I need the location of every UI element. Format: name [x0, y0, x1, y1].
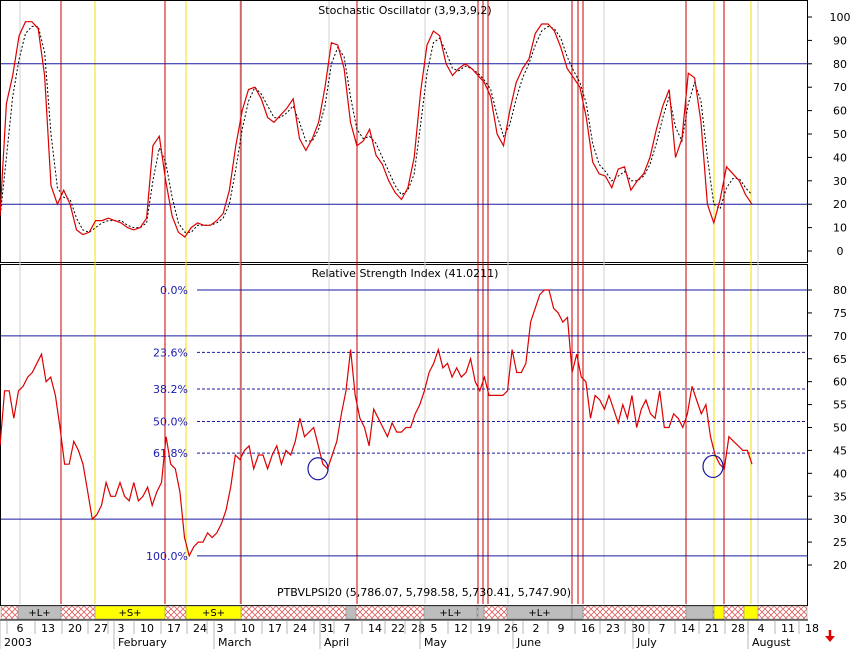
- date-tick-label: 31: [320, 622, 334, 635]
- y-tick-label: 20: [833, 559, 847, 572]
- date-tick-label: 24: [193, 622, 207, 635]
- signal-band-strip: +L+ +S+ +S+ +L+ +L+: [0, 605, 808, 620]
- date-tick-label: 10: [140, 622, 154, 635]
- fib-level-label: 38.2%: [153, 383, 188, 396]
- y-tick-label: 20: [833, 198, 847, 211]
- y-tick-label: 45: [833, 444, 847, 457]
- band-label: +L+: [439, 608, 461, 619]
- date-tick-label: 28: [411, 622, 425, 635]
- date-tick-label: 12: [454, 622, 468, 635]
- date-tick-label: 18: [805, 622, 819, 635]
- date-tick-label: 17: [268, 622, 282, 635]
- fib-level-label: 100.0%: [146, 550, 188, 563]
- date-tick-label: 10: [241, 622, 255, 635]
- date-tick-label: 2: [533, 622, 540, 635]
- month-label: August: [752, 636, 791, 649]
- band-label: +S+: [202, 608, 225, 619]
- date-tick-label: 26: [504, 622, 518, 635]
- band-segment: [685, 605, 714, 620]
- month-label: June: [516, 636, 541, 649]
- month-label: May: [424, 636, 447, 649]
- band-label: +S+: [118, 608, 141, 619]
- rsi-highlight-circle: [307, 457, 329, 481]
- fib-level-label: 61.8%: [153, 447, 188, 460]
- month-label: July: [636, 636, 657, 649]
- date-tick-label: 24: [293, 622, 307, 635]
- date-tick-label: 6: [17, 622, 24, 635]
- stochastic-k-line: [0, 21, 753, 238]
- month-label: February: [118, 636, 167, 649]
- date-tick-label: 11: [781, 622, 795, 635]
- y-tick-label: 50: [833, 422, 847, 435]
- y-tick-label: 80: [833, 58, 847, 71]
- y-tick-label: 30: [833, 513, 847, 526]
- date-tick-label: 21: [705, 622, 719, 635]
- date-tick-label: 3: [118, 622, 125, 635]
- fib-level-label: 0.0%: [160, 284, 188, 297]
- date-tick-label: 5: [431, 622, 438, 635]
- y-tick-label: 90: [833, 34, 847, 47]
- fib-level-label: 50.0%: [153, 416, 188, 429]
- date-tick-label: 19: [477, 622, 491, 635]
- y-tick-label: 70: [833, 330, 847, 343]
- band-segment: [713, 605, 725, 620]
- series-layer: [0, 21, 753, 558]
- y-tick-label: 40: [833, 151, 847, 164]
- band-segment: [743, 605, 759, 620]
- date-tick-label: 20: [68, 622, 82, 635]
- chart-canvas: 0.0%23.6%38.2%50.0%61.8%100.0% 010203040…: [0, 0, 851, 649]
- y-tick-label: 65: [833, 353, 847, 366]
- y-tick-label: 50: [833, 128, 847, 141]
- y-tick-label: 40: [833, 467, 847, 480]
- month-label: 2003: [4, 636, 32, 649]
- y-tick-label: 10: [833, 222, 847, 235]
- date-tick-label: 7: [659, 622, 666, 635]
- date-tick-label: 27: [94, 622, 108, 635]
- month-label: April: [324, 636, 349, 649]
- date-tick-label: 13: [41, 622, 55, 635]
- date-tick-label: 14: [368, 622, 382, 635]
- date-tick-label: 4: [758, 622, 765, 635]
- y-tick-label: 70: [833, 81, 847, 94]
- date-tick-label: 17: [167, 622, 181, 635]
- price-readout: PTBVLPSI20 (5,786.07, 5,798.58, 5,730.41…: [277, 586, 571, 599]
- stochastic-d-line: [0, 25, 753, 233]
- y-axis-ticks: 0 10 20 30 40 50 60 70 80 90 100 20 25 30 35 40 45 50 55 60…: [808, 11, 851, 572]
- band-segment: [571, 605, 584, 620]
- y-tick-label: 60: [833, 376, 847, 389]
- date-tick-label: 28: [731, 622, 745, 635]
- rsi-line: [0, 289, 753, 558]
- scroll-down-arrow-icon[interactable]: [822, 628, 838, 644]
- fib-level-label: 23.6%: [153, 346, 188, 359]
- y-tick-label: 60: [833, 105, 847, 118]
- date-tick-label: 14: [681, 622, 695, 635]
- y-tick-label: 30: [833, 175, 847, 188]
- band-label: +L+: [28, 608, 50, 619]
- y-tick-label: 75: [833, 307, 847, 320]
- y-tick-label: 25: [833, 536, 847, 549]
- date-tick-label: 22: [391, 622, 405, 635]
- chart-window: 0.0% 23.6% 38.2% 50.0% 61.8% 100.0% 0 10 20 30 40…: [0, 0, 857, 649]
- date-tick-label: 9: [558, 622, 565, 635]
- band-segment: [477, 605, 485, 620]
- date-tick-label: 7: [344, 622, 351, 635]
- rsi-title: Relative Strength Index (41.0211): [312, 267, 499, 280]
- y-tick-label: 0: [837, 245, 844, 258]
- rsi-highlight-circle: [702, 454, 724, 479]
- date-tick-label: 23: [606, 622, 620, 635]
- y-tick-label: 100: [830, 11, 851, 24]
- y-tick-label: 55: [833, 399, 847, 412]
- date-tick-label: 16: [581, 622, 595, 635]
- y-tick-label: 80: [833, 284, 847, 297]
- date-axis: 6 13 20 27 3 10 17 24 3 10 17 24 31 7 14 22 28 5 12 19 26 2 9 1…: [0, 619, 819, 649]
- stochastic-title: Stochastic Oscillator (3,9,3,9,2): [318, 4, 491, 17]
- event-lines: [19, 1, 759, 604]
- date-tick-label: 3: [217, 622, 224, 635]
- band-segment: [345, 605, 357, 620]
- y-tick-label: 35: [833, 490, 847, 503]
- month-label: March: [218, 636, 252, 649]
- band-label: +L+: [528, 608, 550, 619]
